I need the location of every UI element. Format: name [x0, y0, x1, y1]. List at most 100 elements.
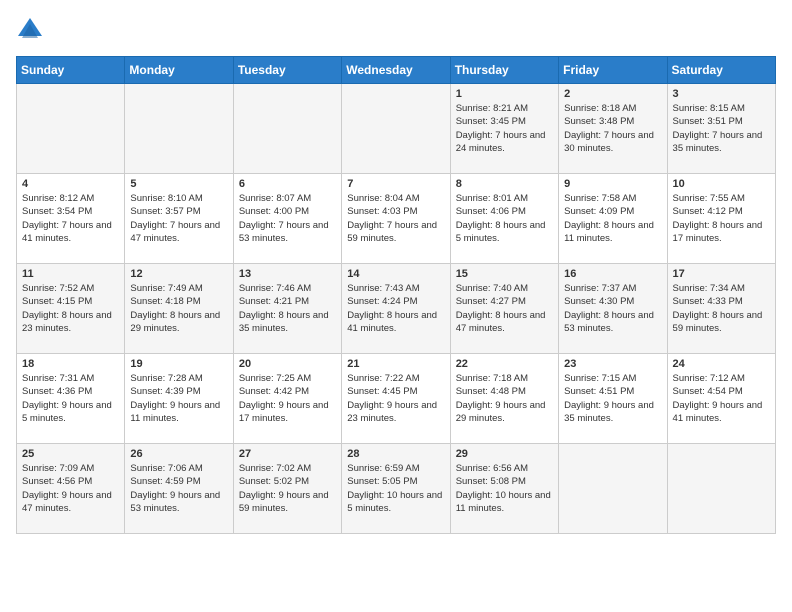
calendar-cell: 21Sunrise: 7:22 AM Sunset: 4:45 PM Dayli…: [342, 354, 450, 444]
day-number: 3: [673, 88, 770, 100]
calendar-cell: 2 Sunrise: 8:18 AM Sunset: 3:48 PM Daylig…: [559, 84, 667, 174]
day-info: Sunrise: 7:06 AM Sunset: 4:59 PM Dayligh…: [130, 462, 227, 515]
calendar-week-row: 25 Sunrise: 7:09 AM Sunset: 4:56 PM Dayli…: [17, 444, 776, 534]
calendar-cell: [17, 84, 125, 174]
calendar-cell: 28 Sunrise: 6:59 AM Sunset: 5:05 PM Dayli…: [342, 444, 450, 534]
calendar-cell: 20 Sunrise: 7:25 AM Sunset: 4:42 PM Dayli…: [233, 354, 341, 444]
weekday-header: Tuesday: [233, 57, 341, 84]
calendar-cell: 25 Sunrise: 7:09 AM Sunset: 4:56 PM Dayli…: [17, 444, 125, 534]
day-info: Sunrise: 7:18 AM Sunset: 4:48 PM Dayligh…: [456, 372, 553, 425]
day-info: Sunrise: 7:12 AM Sunset: 4:54 PM Dayligh…: [673, 372, 770, 425]
day-number: 26: [130, 448, 227, 460]
calendar-week-row: 18 Sunrise: 7:31 AM Sunset: 4:36 PM Dayli…: [17, 354, 776, 444]
calendar-cell: 18 Sunrise: 7:31 AM Sunset: 4:36 PM Dayli…: [17, 354, 125, 444]
day-info: Sunrise: 7:15 AM Sunset: 4:51 PM Dayligh…: [564, 372, 661, 425]
day-info: Sunrise: 7:49 AM Sunset: 4:18 PM Dayligh…: [130, 282, 227, 335]
calendar-cell: 6Sunrise: 8:07 AM Sunset: 4:00 PM Daylig…: [233, 174, 341, 264]
day-number: 7: [347, 178, 444, 190]
day-number: 18: [22, 358, 119, 370]
calendar-cell: 16 Sunrise: 7:37 AM Sunset: 4:30 PM Dayli…: [559, 264, 667, 354]
day-number: 12: [130, 268, 227, 280]
calendar-cell: 10 Sunrise: 7:55 AM Sunset: 4:12 PM Dayli…: [667, 174, 775, 264]
calendar-cell: 7 Sunrise: 8:04 AM Sunset: 4:03 PM Daylig…: [342, 174, 450, 264]
day-number: 8: [456, 178, 553, 190]
day-number: 14: [347, 268, 444, 280]
day-info: Sunrise: 7:31 AM Sunset: 4:36 PM Dayligh…: [22, 372, 119, 425]
calendar-cell: 26 Sunrise: 7:06 AM Sunset: 4:59 PM Dayli…: [125, 444, 233, 534]
day-info: Sunrise: 8:21 AM Sunset: 3:45 PM Dayligh…: [456, 102, 553, 155]
calendar-cell: 12 Sunrise: 7:49 AM Sunset: 4:18 PM Dayli…: [125, 264, 233, 354]
calendar-cell: 4Sunrise: 8:12 AM Sunset: 3:54 PM Daylig…: [17, 174, 125, 264]
day-number: 22: [456, 358, 553, 370]
calendar-cell: 5Sunrise: 8:10 AM Sunset: 3:57 PM Daylig…: [125, 174, 233, 264]
calendar-body: 1 Sunrise: 8:21 AM Sunset: 3:45 PM Daylig…: [17, 84, 776, 534]
day-number: 20: [239, 358, 336, 370]
calendar-cell: 14 Sunrise: 7:43 AM Sunset: 4:24 PM Dayli…: [342, 264, 450, 354]
calendar-cell: 19 Sunrise: 7:28 AM Sunset: 4:39 PM Dayli…: [125, 354, 233, 444]
weekday-header: Saturday: [667, 57, 775, 84]
calendar-cell: 29 Sunrise: 6:56 AM Sunset: 5:08 PM Dayli…: [450, 444, 558, 534]
day-info: Sunrise: 8:01 AM Sunset: 4:06 PM Dayligh…: [456, 192, 553, 245]
day-number: 9: [564, 178, 661, 190]
day-number: 19: [130, 358, 227, 370]
weekday-header: Monday: [125, 57, 233, 84]
calendar-table: SundayMondayTuesdayWednesdayThursdayFrid…: [16, 56, 776, 534]
calendar-cell: 22 Sunrise: 7:18 AM Sunset: 4:48 PM Dayli…: [450, 354, 558, 444]
day-info: Sunrise: 8:04 AM Sunset: 4:03 PM Dayligh…: [347, 192, 444, 245]
day-number: 4: [22, 178, 119, 190]
calendar-cell: [233, 84, 341, 174]
calendar-cell: 1 Sunrise: 8:21 AM Sunset: 3:45 PM Daylig…: [450, 84, 558, 174]
day-number: 28: [347, 448, 444, 460]
day-info: Sunrise: 7:40 AM Sunset: 4:27 PM Dayligh…: [456, 282, 553, 335]
calendar-cell: 13 Sunrise: 7:46 AM Sunset: 4:21 PM Dayli…: [233, 264, 341, 354]
day-number: 16: [564, 268, 661, 280]
calendar-week-row: 11Sunrise: 7:52 AM Sunset: 4:15 PM Dayli…: [17, 264, 776, 354]
calendar-cell: 17Sunrise: 7:34 AM Sunset: 4:33 PM Dayli…: [667, 264, 775, 354]
day-info: Sunrise: 6:56 AM Sunset: 5:08 PM Dayligh…: [456, 462, 553, 515]
logo-icon: [16, 16, 44, 44]
day-number: 10: [673, 178, 770, 190]
logo: [16, 16, 48, 44]
day-info: Sunrise: 7:58 AM Sunset: 4:09 PM Dayligh…: [564, 192, 661, 245]
calendar-cell: [342, 84, 450, 174]
calendar-cell: 8 Sunrise: 8:01 AM Sunset: 4:06 PM Daylig…: [450, 174, 558, 264]
calendar-cell: [125, 84, 233, 174]
day-number: 2: [564, 88, 661, 100]
calendar-cell: [667, 444, 775, 534]
calendar-cell: 9 Sunrise: 7:58 AM Sunset: 4:09 PM Daylig…: [559, 174, 667, 264]
day-info: Sunrise: 7:28 AM Sunset: 4:39 PM Dayligh…: [130, 372, 227, 425]
calendar-week-row: 1 Sunrise: 8:21 AM Sunset: 3:45 PM Daylig…: [17, 84, 776, 174]
weekday-header: Thursday: [450, 57, 558, 84]
weekday-header: Sunday: [17, 57, 125, 84]
day-info: Sunrise: 8:18 AM Sunset: 3:48 PM Dayligh…: [564, 102, 661, 155]
day-info: Sunrise: 7:55 AM Sunset: 4:12 PM Dayligh…: [673, 192, 770, 245]
day-number: 27: [239, 448, 336, 460]
day-info: Sunrise: 7:34 AM Sunset: 4:33 PM Dayligh…: [673, 282, 770, 335]
day-info: Sunrise: 7:46 AM Sunset: 4:21 PM Dayligh…: [239, 282, 336, 335]
day-info: Sunrise: 6:59 AM Sunset: 5:05 PM Dayligh…: [347, 462, 444, 515]
day-number: 25: [22, 448, 119, 460]
day-number: 13: [239, 268, 336, 280]
day-number: 21: [347, 358, 444, 370]
day-number: 11: [22, 268, 119, 280]
day-info: Sunrise: 7:02 AM Sunset: 5:02 PM Dayligh…: [239, 462, 336, 515]
day-number: 6: [239, 178, 336, 190]
day-number: 1: [456, 88, 553, 100]
day-info: Sunrise: 7:37 AM Sunset: 4:30 PM Dayligh…: [564, 282, 661, 335]
calendar-cell: 11Sunrise: 7:52 AM Sunset: 4:15 PM Dayli…: [17, 264, 125, 354]
calendar-cell: 15Sunrise: 7:40 AM Sunset: 4:27 PM Dayli…: [450, 264, 558, 354]
calendar-cell: 27 Sunrise: 7:02 AM Sunset: 5:02 PM Dayli…: [233, 444, 341, 534]
day-info: Sunrise: 7:25 AM Sunset: 4:42 PM Dayligh…: [239, 372, 336, 425]
day-number: 23: [564, 358, 661, 370]
day-number: 29: [456, 448, 553, 460]
calendar-cell: 24 Sunrise: 7:12 AM Sunset: 4:54 PM Dayli…: [667, 354, 775, 444]
day-info: Sunrise: 8:15 AM Sunset: 3:51 PM Dayligh…: [673, 102, 770, 155]
calendar-cell: [559, 444, 667, 534]
header-row: SundayMondayTuesdayWednesdayThursdayFrid…: [17, 57, 776, 84]
weekday-header: Friday: [559, 57, 667, 84]
day-info: Sunrise: 7:43 AM Sunset: 4:24 PM Dayligh…: [347, 282, 444, 335]
day-number: 24: [673, 358, 770, 370]
calendar-week-row: 4Sunrise: 8:12 AM Sunset: 3:54 PM Daylig…: [17, 174, 776, 264]
calendar-header: SundayMondayTuesdayWednesdayThursdayFrid…: [17, 57, 776, 84]
day-info: Sunrise: 7:09 AM Sunset: 4:56 PM Dayligh…: [22, 462, 119, 515]
